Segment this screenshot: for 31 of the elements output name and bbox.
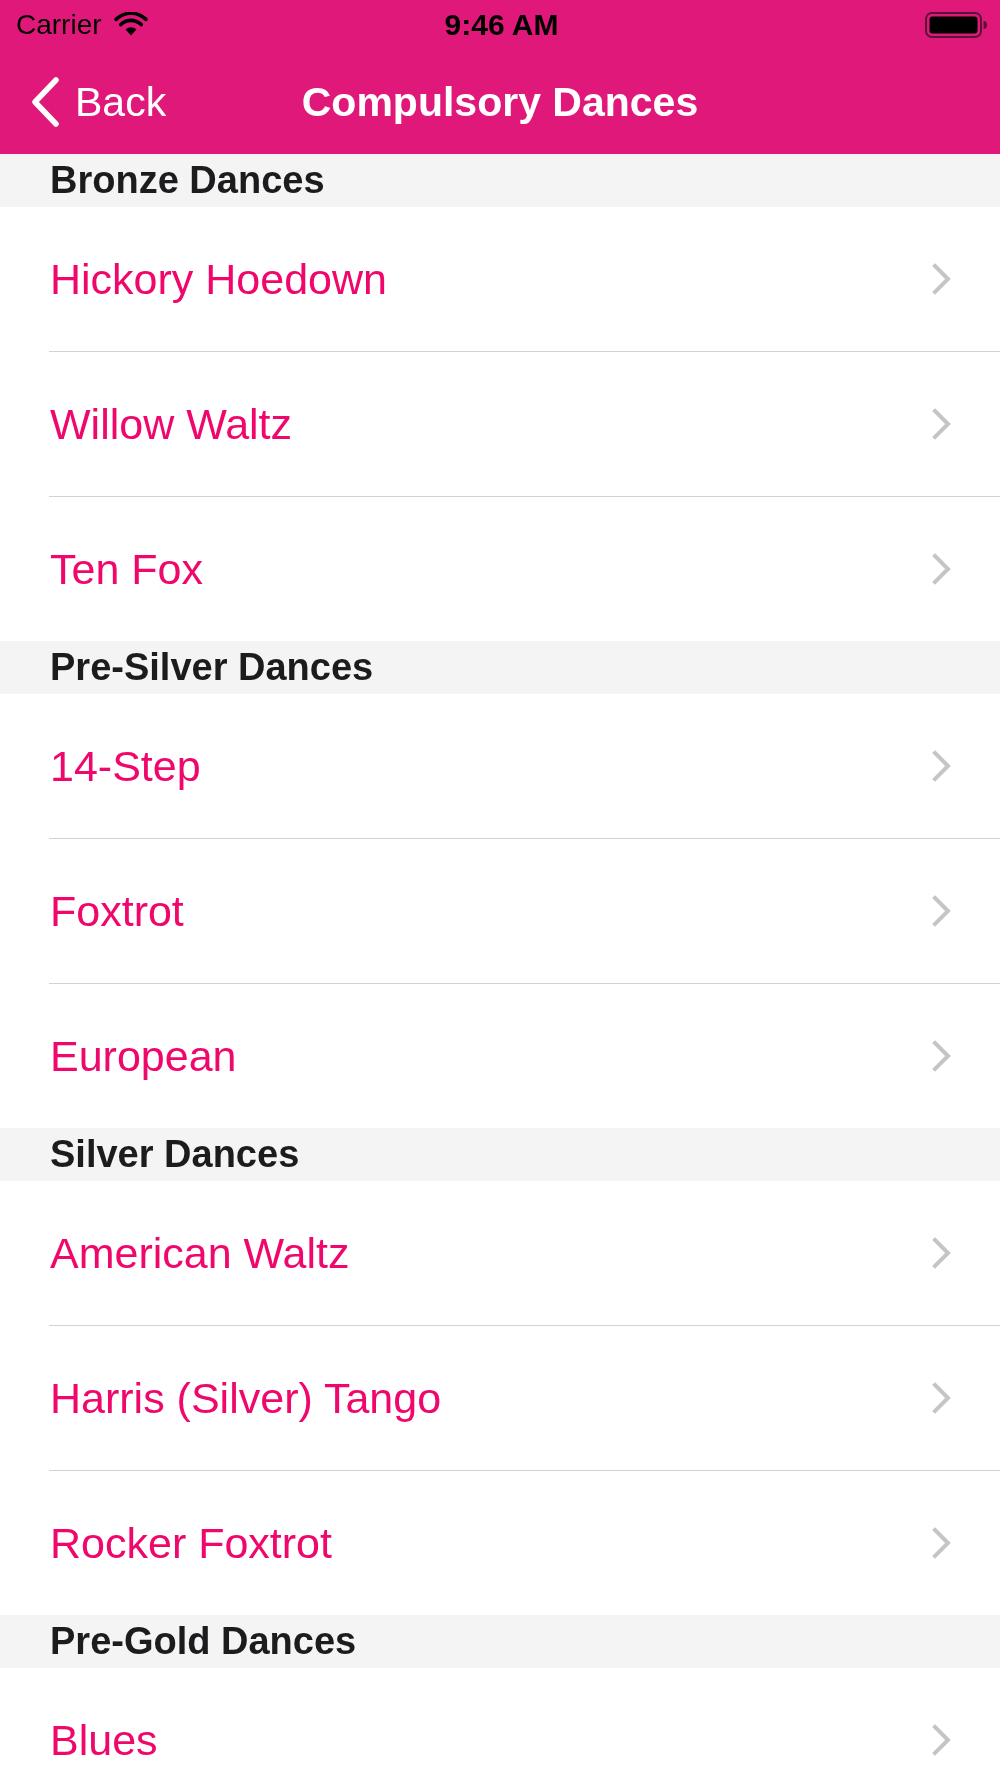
back-button[interactable]: Back <box>0 77 175 127</box>
list-row[interactable]: Ten Fox <box>0 497 1000 641</box>
chevron-icon <box>932 895 952 927</box>
list-row[interactable]: American Waltz <box>0 1181 1000 1325</box>
list-row[interactable]: Hickory Hoedown <box>0 207 1000 351</box>
chevron-icon <box>932 1237 952 1269</box>
chevron-icon <box>932 1724 952 1756</box>
battery-icon <box>925 12 987 38</box>
list-row[interactable]: Willow Waltz <box>0 352 1000 496</box>
chevron-icon <box>932 263 952 295</box>
wifi-icon <box>113 12 148 36</box>
list-row[interactable]: Foxtrot <box>0 839 1000 983</box>
chevron-icon <box>932 1382 952 1414</box>
carrier-name: Carrier <box>16 11 102 39</box>
chevron-icon <box>932 750 952 782</box>
chevron-icon <box>932 1527 952 1559</box>
chevron-icon <box>932 553 952 585</box>
chevron-icon <box>932 408 952 440</box>
list-row[interactable]: Rocker Foxtrot <box>0 1471 1000 1615</box>
list-row[interactable]: Harris (Silver) Tango <box>0 1326 1000 1470</box>
section-header: Pre-Gold Dances <box>0 1615 1000 1668</box>
clock-time: 9:46 AM <box>444 10 559 40</box>
screen-title: Compulsory Dances <box>301 81 699 123</box>
section-header: Pre-Silver Dances <box>0 641 1000 694</box>
section-header: Bronze Dances <box>0 154 1000 207</box>
chevron-icon <box>932 1040 952 1072</box>
back-chevron-icon <box>31 77 61 127</box>
list-row[interactable]: Blues <box>0 1668 1000 1778</box>
list-row[interactable]: European <box>0 984 1000 1128</box>
list-row[interactable]: 14-Step <box>0 694 1000 838</box>
section-header: Silver Dances <box>0 1128 1000 1181</box>
